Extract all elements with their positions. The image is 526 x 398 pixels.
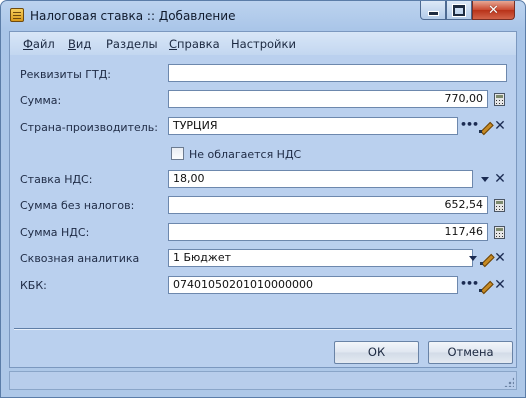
clear-x-icon: ✕ xyxy=(494,249,506,266)
sum-label: Сумма: xyxy=(20,94,62,107)
kbk-edit-button[interactable] xyxy=(477,277,493,293)
ellipsis-icon: ••• xyxy=(459,117,479,131)
sum-without-tax-calculator-button[interactable] xyxy=(491,197,507,213)
calculator-icon xyxy=(493,92,505,106)
kbk-label: КБК: xyxy=(20,279,47,292)
vat-exempt-label: Не облагается НДС xyxy=(189,148,302,161)
analytics-select[interactable]: 1 Бюджет xyxy=(168,249,473,267)
clear-x-icon: ✕ xyxy=(494,117,506,134)
pencil-icon xyxy=(478,279,492,292)
pencil-icon xyxy=(478,120,492,133)
kbk-field[interactable]: 07401050201010000000 xyxy=(168,276,458,294)
sum-without-tax-field[interactable]: 652,54 xyxy=(168,196,488,214)
country-field[interactable]: ТУРЦИЯ xyxy=(168,117,458,135)
vat-exempt-checkbox[interactable] xyxy=(171,147,184,160)
country-label: Страна-производитель: xyxy=(20,121,158,134)
pencil-icon xyxy=(479,252,493,265)
menu-view[interactable]: Вид xyxy=(68,37,91,51)
kbk-clear-button[interactable]: ✕ xyxy=(492,277,508,293)
analytics-clear-button[interactable]: ✕ xyxy=(492,250,508,266)
vat-sum-label: Сумма НДС: xyxy=(20,226,90,239)
analytics-label: Сквозная аналитика xyxy=(20,252,140,265)
kbk-lookup-button[interactable]: ••• xyxy=(459,276,479,293)
divider xyxy=(14,328,512,330)
sum-field[interactable]: 770,00 xyxy=(168,90,488,108)
calculator-icon xyxy=(493,198,505,212)
country-edit-button[interactable] xyxy=(477,118,493,134)
status-bar xyxy=(9,371,517,390)
menu-sections[interactable]: Разделы xyxy=(106,37,158,51)
minimize-button[interactable] xyxy=(420,1,446,20)
vat-rate-label: Ставка НДС: xyxy=(20,173,93,186)
menu-accelerator-letter: Ф xyxy=(23,37,33,51)
cancel-button[interactable]: Отмена xyxy=(428,341,513,364)
window-title: Налоговая ставка :: Добавление xyxy=(30,9,236,23)
form-icon xyxy=(10,8,24,22)
vat-rate-select[interactable]: 18,00 xyxy=(168,170,473,188)
ellipsis-icon: ••• xyxy=(459,276,479,290)
maximize-button[interactable] xyxy=(446,1,472,20)
dialog-window: Налоговая ставка :: Добавление ✕ Файл Ви… xyxy=(0,0,526,398)
menu-accelerator-letter: С xyxy=(169,37,178,51)
vat-sum-calculator-button[interactable] xyxy=(491,224,507,240)
maximize-icon xyxy=(453,4,465,16)
menu-file[interactable]: Файл xyxy=(23,37,55,51)
chevron-down-icon xyxy=(481,176,489,182)
menu-accelerator-letter: В xyxy=(68,37,76,51)
ok-button[interactable]: ОК xyxy=(334,341,419,364)
resize-grip-icon[interactable] xyxy=(504,377,514,387)
gtd-field[interactable] xyxy=(168,64,507,82)
menu-help[interactable]: Справка xyxy=(169,37,220,51)
calculator-icon xyxy=(493,225,505,239)
dialog-client-area: Файл Вид Разделы Справка Настройки Рекви… xyxy=(9,31,517,368)
minimize-icon xyxy=(427,10,439,16)
vat-rate-dropdown-button[interactable] xyxy=(477,171,493,187)
sum-without-tax-label: Сумма без налогов: xyxy=(20,199,135,212)
gtd-label: Реквизиты ГТД: xyxy=(20,68,111,81)
vat-rate-clear-button[interactable]: ✕ xyxy=(492,171,508,187)
vat-sum-field[interactable]: 117,46 xyxy=(168,223,488,241)
clear-x-icon: ✕ xyxy=(494,170,506,187)
title-bar[interactable]: Налоговая ставка :: Добавление ✕ xyxy=(1,1,525,31)
close-button[interactable]: ✕ xyxy=(472,1,515,20)
menu-bar: Файл Вид Разделы Справка Настройки xyxy=(10,32,516,55)
close-icon: ✕ xyxy=(488,2,499,18)
clear-x-icon: ✕ xyxy=(494,276,506,293)
country-clear-button[interactable]: ✕ xyxy=(492,118,508,134)
menu-settings[interactable]: Настройки xyxy=(231,37,296,51)
sum-calculator-button[interactable] xyxy=(491,91,507,107)
country-lookup-button[interactable]: ••• xyxy=(459,117,479,134)
chevron-down-icon xyxy=(469,255,477,261)
